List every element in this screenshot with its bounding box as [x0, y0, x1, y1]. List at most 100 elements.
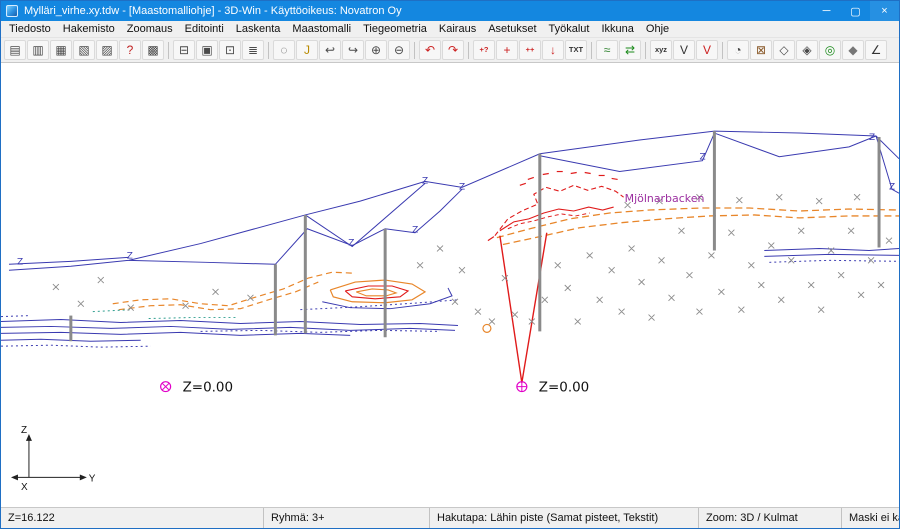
toolbar-separator: [645, 42, 646, 59]
zoom-out-icon[interactable]: ⊖: [388, 40, 410, 60]
zoom-prev-icon-glyph: ↩: [325, 44, 335, 56]
add-points-icon[interactable]: ++: [519, 40, 541, 60]
menu-tiegeometria[interactable]: Tiegeometria: [357, 22, 433, 36]
tools-icon[interactable]: ⊠: [750, 40, 772, 60]
height-check-icon[interactable]: V: [673, 40, 695, 60]
redo-icon[interactable]: ↷: [442, 40, 464, 60]
box-3d-icon[interactable]: ◈: [796, 40, 818, 60]
survey-icon[interactable]: ◆: [842, 40, 864, 60]
status-search-mode: Hakutapa: Lähin piste (Samat pisteet, Te…: [430, 508, 699, 528]
svg-text:Z: Z: [869, 133, 875, 143]
svg-text:Z: Z: [348, 239, 354, 249]
copy-file-icon[interactable]: ▦: [50, 40, 72, 60]
image-export-icon-glyph: ▣: [201, 44, 212, 56]
element-copy-icon[interactable]: ▧: [73, 40, 95, 60]
write-file-icon-glyph: ▥: [32, 44, 43, 56]
print-icon[interactable]: ⊟: [173, 40, 195, 60]
profile-tool-icon[interactable]: ≈: [596, 40, 618, 60]
raster-icon-glyph: ≣: [248, 44, 258, 56]
zoom-prev-icon[interactable]: ↩: [319, 40, 341, 60]
height-diff-icon-glyph: V: [703, 44, 711, 56]
svg-text:Z: Z: [459, 182, 465, 192]
copy-file-icon-glyph: ▦: [55, 44, 66, 56]
text-tool-icon-glyph: TXT: [569, 46, 583, 54]
status-zoom: Zoom: 3D / Kulmat: [699, 508, 842, 528]
zoom-window-icon[interactable]: J: [296, 40, 318, 60]
zoom-next-icon-glyph: ↪: [348, 44, 358, 56]
add-point-icon[interactable]: +: [496, 40, 518, 60]
zoom-all-icon-glyph: ◌: [280, 44, 287, 56]
menu-kairaus[interactable]: Kairaus: [433, 22, 482, 36]
element-move-icon[interactable]: ▨: [96, 40, 118, 60]
maximize-button[interactable]: ▢: [841, 1, 870, 21]
write-file-icon[interactable]: ▥: [27, 40, 49, 60]
menu-bar: TiedostoHakemistoZoomausEditointiLaskent…: [1, 21, 899, 38]
element-copy-icon-glyph: ▧: [78, 44, 89, 56]
point-query-icon-glyph: +?: [480, 46, 489, 54]
menu-hakemisto[interactable]: Hakemisto: [57, 22, 121, 36]
svg-text:Z: Z: [422, 176, 428, 186]
menu-ty-kalut[interactable]: Työkalut: [543, 22, 596, 36]
read-file-icon[interactable]: ▤: [4, 40, 26, 60]
raster-icon[interactable]: ≣: [242, 40, 264, 60]
svg-text:Z=0.00: Z=0.00: [539, 381, 589, 396]
height-diff-icon[interactable]: V: [696, 40, 718, 60]
zoom-next-icon[interactable]: ↪: [342, 40, 364, 60]
point-drop-icon[interactable]: ↓: [542, 40, 564, 60]
element-move-icon-glyph: ▨: [101, 44, 112, 56]
svg-text:Z: Z: [17, 257, 23, 267]
menu-zoomaus[interactable]: Zoomaus: [121, 22, 179, 36]
status-group: Ryhmä: 3+: [264, 508, 430, 528]
menu-laskenta[interactable]: Laskenta: [230, 22, 287, 36]
drawing-canvas[interactable]: ZZZZZZZZZZ=0.00Z=0.00MjölnarbackenZYX: [1, 63, 899, 507]
menu-maastomalli[interactable]: Maastomalli: [286, 22, 357, 36]
image-export-icon[interactable]: ▣: [196, 40, 218, 60]
menu-editointi[interactable]: Editointi: [179, 22, 230, 36]
box-3d-icon-glyph: ◈: [802, 44, 811, 56]
status-mask: Maski ei kä: [842, 508, 899, 528]
xyz-coordinates-icon[interactable]: xyz: [650, 40, 672, 60]
file-query-icon[interactable]: ?: [119, 40, 141, 60]
close-button[interactable]: ×: [870, 1, 899, 21]
toolbar-separator: [591, 42, 592, 59]
file-query-icon-glyph: ?: [127, 44, 134, 56]
toolbar-separator: [468, 42, 469, 59]
toolbar: ▤▥▦▧▨?▩⊟▣⊡≣◌J↩↪⊕⊖↶↷+?+++↓TXT≈⇄xyzVV◔⊠◇◈◎…: [1, 38, 899, 63]
menu-tiedosto[interactable]: Tiedosto: [3, 22, 57, 36]
swap-colors-icon[interactable]: ⇄: [619, 40, 641, 60]
svg-text:Z=0.00: Z=0.00: [183, 381, 233, 396]
point-query-icon[interactable]: +?: [473, 40, 495, 60]
profile-drawing[interactable]: ZZZZZZZZZZ=0.00Z=0.00MjölnarbackenZYX: [1, 63, 899, 507]
svg-text:Z: Z: [412, 226, 418, 236]
read-file-icon-glyph: ▤: [9, 44, 20, 56]
file-list-icon[interactable]: ▩: [142, 40, 164, 60]
protractor-icon[interactable]: ◔: [727, 40, 749, 60]
svg-text:Mjölnarbacken: Mjölnarbacken: [625, 192, 705, 205]
undo-icon[interactable]: ↶: [419, 40, 441, 60]
profile-tool-icon-glyph: ≈: [604, 44, 611, 56]
menu-ohje[interactable]: Ohje: [640, 22, 675, 36]
spheres-icon[interactable]: ◎: [819, 40, 841, 60]
minimize-button[interactable]: ─: [812, 1, 841, 21]
menu-asetukset[interactable]: Asetukset: [482, 22, 542, 36]
svg-text:X: X: [21, 482, 28, 493]
zoom-in-icon-glyph: ⊕: [371, 44, 381, 56]
svg-text:Z: Z: [127, 251, 133, 261]
file-list-icon-glyph: ▩: [147, 44, 158, 56]
menu-ikkuna[interactable]: Ikkuna: [595, 22, 639, 36]
view-save-icon-glyph: ⊡: [225, 44, 235, 56]
angle-tool-icon[interactable]: ∠: [865, 40, 887, 60]
toolbar-separator: [722, 42, 723, 59]
zoom-all-icon[interactable]: ◌: [273, 40, 295, 60]
survey-icon-glyph: ◆: [848, 44, 857, 56]
text-tool-icon[interactable]: TXT: [565, 40, 587, 60]
gem-icon-glyph: ◇: [779, 44, 788, 56]
view-save-icon[interactable]: ⊡: [219, 40, 241, 60]
point-drop-icon-glyph: ↓: [550, 44, 556, 56]
print-icon-glyph: ⊟: [179, 44, 189, 56]
add-point-icon-glyph: +: [503, 44, 510, 56]
zoom-in-icon[interactable]: ⊕: [365, 40, 387, 60]
undo-icon-glyph: ↶: [425, 44, 435, 56]
title-bar: Mylläri_virhe.xy.tdw - [Maastomalliohje]…: [1, 1, 899, 21]
gem-icon[interactable]: ◇: [773, 40, 795, 60]
